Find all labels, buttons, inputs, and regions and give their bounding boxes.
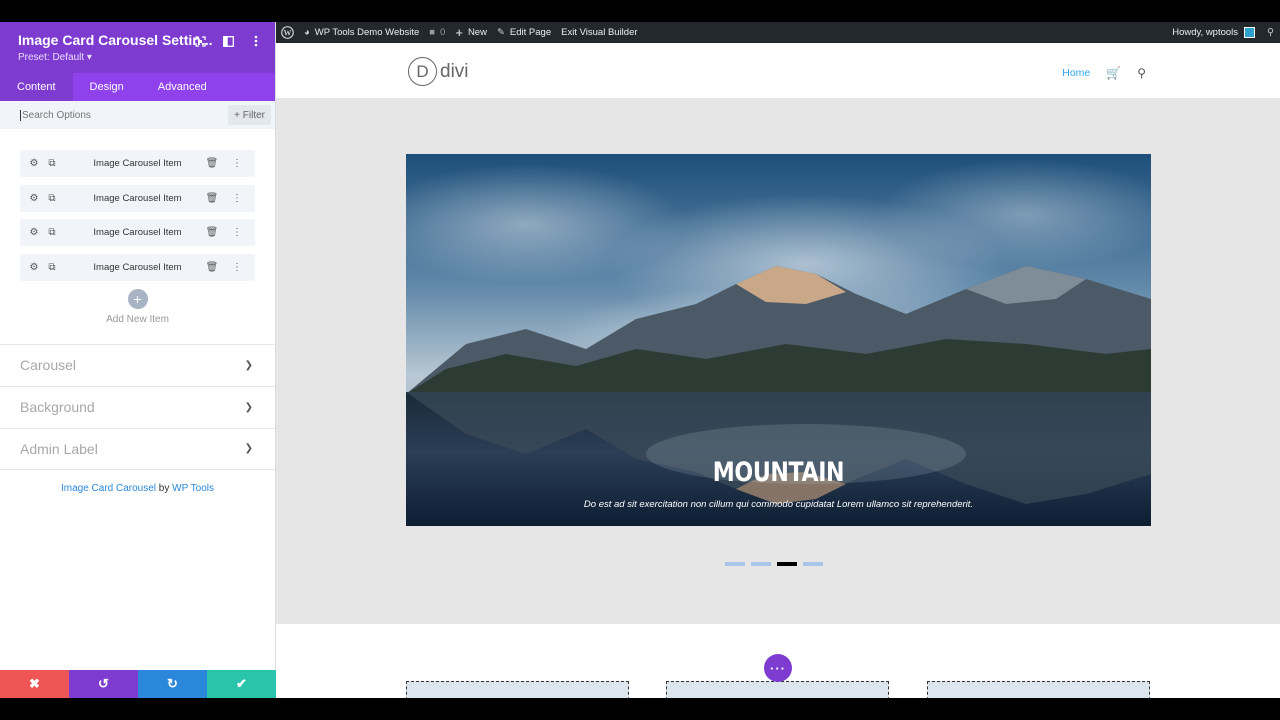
- comments-count: 0: [440, 27, 446, 38]
- add-new-item-label: Add New Item: [106, 313, 169, 325]
- settings-panel: Image Card Carousel Settin... Preset: De…: [0, 22, 276, 698]
- plus-icon[interactable]: +: [127, 288, 148, 309]
- panel-tabs: Content Design Advanced: [0, 73, 275, 101]
- section-title: Background: [20, 399, 95, 415]
- plugin-link[interactable]: Image Card Carousel: [61, 483, 156, 494]
- duplicate-icon[interactable]: ⧉: [46, 192, 58, 204]
- cart-icon[interactable]: 🛒: [1106, 66, 1121, 80]
- filter-button[interactable]: + Filter: [228, 105, 271, 125]
- duplicate-icon[interactable]: ⧉: [46, 261, 58, 273]
- carousel-items-list: ⚙ ⧉ Image Carousel Item 🗑 ⋮ ⚙ ⧉ Image Ca…: [0, 129, 275, 325]
- chevron-down-icon: ❯: [244, 401, 253, 413]
- site-name-label: WP Tools Demo Website: [314, 27, 420, 38]
- undo-button[interactable]: ↺: [69, 670, 138, 698]
- pagination-dot[interactable]: [751, 562, 771, 566]
- preset-dropdown[interactable]: Preset: Default ▾: [18, 52, 257, 63]
- more-options-icon[interactable]: ⋮: [231, 192, 243, 204]
- chevron-down-icon: ❯: [244, 443, 253, 454]
- credit-by: by: [156, 482, 173, 494]
- search-icon[interactable]: ⚲: [1137, 66, 1146, 80]
- tab-design[interactable]: Design: [73, 73, 141, 101]
- carousel-item[interactable]: ⚙ ⧉ Image Carousel Item 🗑 ⋮: [20, 253, 255, 281]
- search-input[interactable]: [20, 109, 229, 121]
- howdy-user[interactable]: Howdy, wptools: [1172, 27, 1238, 38]
- svg-text:W: W: [284, 29, 292, 38]
- main-nav: Home 🛒 ⚲: [1062, 66, 1146, 80]
- edit-page-link[interactable]: ✎ Edit Page: [492, 27, 556, 38]
- more-options-icon[interactable]: ⋮: [231, 158, 243, 170]
- screen: Image Card Carousel Settin... Preset: De…: [0, 22, 1280, 698]
- edit-page-label: Edit Page: [509, 27, 552, 38]
- row-options-button[interactable]: ···: [764, 654, 792, 682]
- slide-title: MOUNTAIN: [712, 457, 845, 488]
- gear-icon[interactable]: ⚙: [28, 158, 40, 170]
- next-row: ···: [276, 624, 1280, 698]
- site-preview: D divi Home 🛒 ⚲ MOUNTAIN Do est ad sit e…: [276, 43, 1280, 698]
- site-name-link[interactable]: ◕ WP Tools Demo Website: [299, 27, 424, 38]
- pagination-dot[interactable]: [803, 562, 823, 566]
- duplicate-icon[interactable]: ⧉: [46, 227, 58, 239]
- site-header: D divi Home 🛒 ⚲: [276, 43, 1280, 99]
- gear-icon[interactable]: ⚙: [28, 192, 40, 204]
- panel-header: Image Card Carousel Settin... Preset: De…: [0, 22, 275, 73]
- new-label: New: [467, 27, 487, 38]
- cancel-button[interactable]: ✖: [0, 670, 69, 698]
- plugin-credit: Image Card Carousel by WP Tools: [0, 483, 275, 494]
- comment-icon: ■: [429, 27, 436, 38]
- column-placeholder[interactable]: [927, 681, 1150, 698]
- more-options-icon[interactable]: [249, 34, 263, 48]
- trash-icon[interactable]: 🗑: [206, 261, 219, 273]
- carousel-item[interactable]: ⚙ ⧉ Image Carousel Item 🗑 ⋮: [20, 219, 255, 246]
- logo-mark: D: [408, 57, 437, 86]
- expand-icon[interactable]: [193, 34, 207, 48]
- author-link[interactable]: WP Tools: [172, 483, 214, 494]
- tab-advanced[interactable]: Advanced: [141, 73, 224, 101]
- action-bar: ✖ ↺ ↻ ✔: [0, 670, 276, 698]
- carousel-section: MOUNTAIN Do est ad sit exercitation non …: [276, 99, 1280, 624]
- save-button[interactable]: ✔: [207, 670, 276, 698]
- section-carousel[interactable]: Carousel ❯: [0, 343, 275, 386]
- avatar[interactable]: [1244, 27, 1256, 38]
- split-view-icon[interactable]: [221, 34, 235, 48]
- add-new-item[interactable]: + Add New Item: [20, 288, 255, 325]
- redo-button[interactable]: ↻: [138, 670, 207, 698]
- carousel-item[interactable]: ⚙ ⧉ Image Carousel Item 🗑 ⋮: [20, 184, 255, 212]
- option-sections: Carousel ❯ Background ❯ Admin Label ❯: [0, 343, 275, 470]
- section-admin-label[interactable]: Admin Label ❯: [0, 427, 275, 470]
- wordpress-icon[interactable]: W: [276, 26, 299, 39]
- column-placeholder[interactable]: [406, 681, 629, 698]
- logo-text: divi: [440, 60, 469, 82]
- carousel-item[interactable]: ⚙ ⧉ Image Carousel Item 🗑 ⋮: [20, 150, 255, 177]
- comments-link[interactable]: ■ 0: [424, 27, 450, 38]
- pagination-dot-active[interactable]: [777, 562, 797, 566]
- search-icon[interactable]: ⚲: [1267, 27, 1274, 38]
- wp-admin-bar: W ◕ WP Tools Demo Website ■ 0 + New ✎ Ed…: [276, 22, 1280, 43]
- trash-icon[interactable]: 🗑: [206, 158, 219, 170]
- more-options-icon[interactable]: ⋮: [231, 227, 243, 239]
- new-link[interactable]: + New: [450, 25, 492, 40]
- chevron-down-icon: ❯: [244, 359, 253, 371]
- gear-icon[interactable]: ⚙: [28, 261, 40, 273]
- section-title: Carousel: [20, 357, 77, 373]
- section-title: Admin Label: [20, 440, 98, 457]
- more-options-icon[interactable]: ⋮: [231, 261, 243, 273]
- carousel-pagination: [725, 562, 823, 566]
- dashboard-icon: ◕: [304, 27, 310, 38]
- nav-home-link[interactable]: Home: [1062, 67, 1090, 79]
- trash-icon[interactable]: 🗑: [206, 227, 219, 239]
- carousel-slide[interactable]: MOUNTAIN Do est ad sit exercitation non …: [406, 154, 1151, 526]
- exit-visual-builder-link[interactable]: Exit Visual Builder: [556, 27, 642, 38]
- trash-icon[interactable]: 🗑: [206, 192, 219, 204]
- column-placeholder[interactable]: [666, 681, 889, 698]
- tab-content[interactable]: Content: [0, 73, 73, 101]
- site-logo[interactable]: D divi: [408, 57, 469, 86]
- duplicate-icon[interactable]: ⧉: [46, 158, 58, 170]
- gear-icon[interactable]: ⚙: [28, 227, 40, 239]
- pagination-dot[interactable]: [725, 562, 745, 566]
- plus-icon: +: [455, 25, 463, 40]
- section-background[interactable]: Background ❯: [0, 385, 275, 428]
- slide-description: Do est ad sit exercitation non cillum qu…: [583, 499, 974, 510]
- search-bar: + Filter: [0, 101, 275, 129]
- pencil-icon: ✎: [496, 27, 505, 38]
